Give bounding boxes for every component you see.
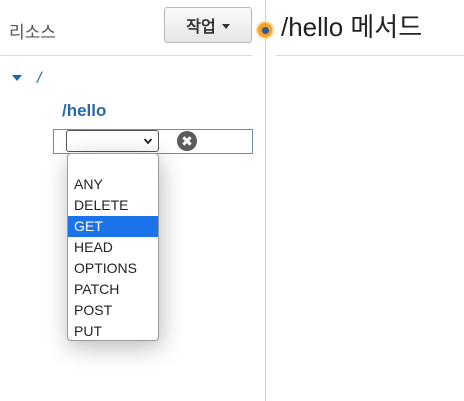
panel-divider	[0, 55, 252, 56]
method-select[interactable]	[66, 130, 159, 152]
title-divider	[276, 55, 464, 56]
option-delete[interactable]: DELETE	[68, 195, 158, 216]
chevron-down-icon	[144, 138, 152, 145]
option-get[interactable]: GET	[68, 216, 158, 237]
option-patch[interactable]: PATCH	[68, 279, 158, 300]
resources-title: 리소스	[9, 23, 56, 42]
resource-hello[interactable]: /hello	[62, 101, 106, 121]
actions-button[interactable]: 작업	[164, 7, 252, 43]
option-head[interactable]: HEAD	[68, 237, 158, 258]
page-title: /hello 메서드	[281, 12, 423, 42]
option-post[interactable]: POST	[68, 300, 158, 321]
option-options[interactable]: OPTIONS	[68, 258, 158, 279]
option-put[interactable]: PUT	[68, 321, 158, 342]
panel-splitter[interactable]	[265, 0, 266, 401]
caret-down-icon	[221, 23, 230, 29]
status-indicator-core	[261, 26, 269, 34]
root-resource[interactable]: /	[37, 70, 41, 88]
cancel-icon[interactable]: ✖	[177, 131, 197, 151]
resources-panel: 리소스 작업 / /hello ✖ ANY DELETE GET HEAD OP…	[0, 0, 265, 401]
actions-button-label: 작업	[186, 19, 216, 36]
method-dropdown: ANY DELETE GET HEAD OPTIONS PATCH POST P…	[67, 153, 159, 341]
status-indicator-icon	[256, 21, 274, 39]
option-any[interactable]: ANY	[68, 174, 158, 195]
tree-collapse-icon[interactable]	[12, 75, 22, 81]
